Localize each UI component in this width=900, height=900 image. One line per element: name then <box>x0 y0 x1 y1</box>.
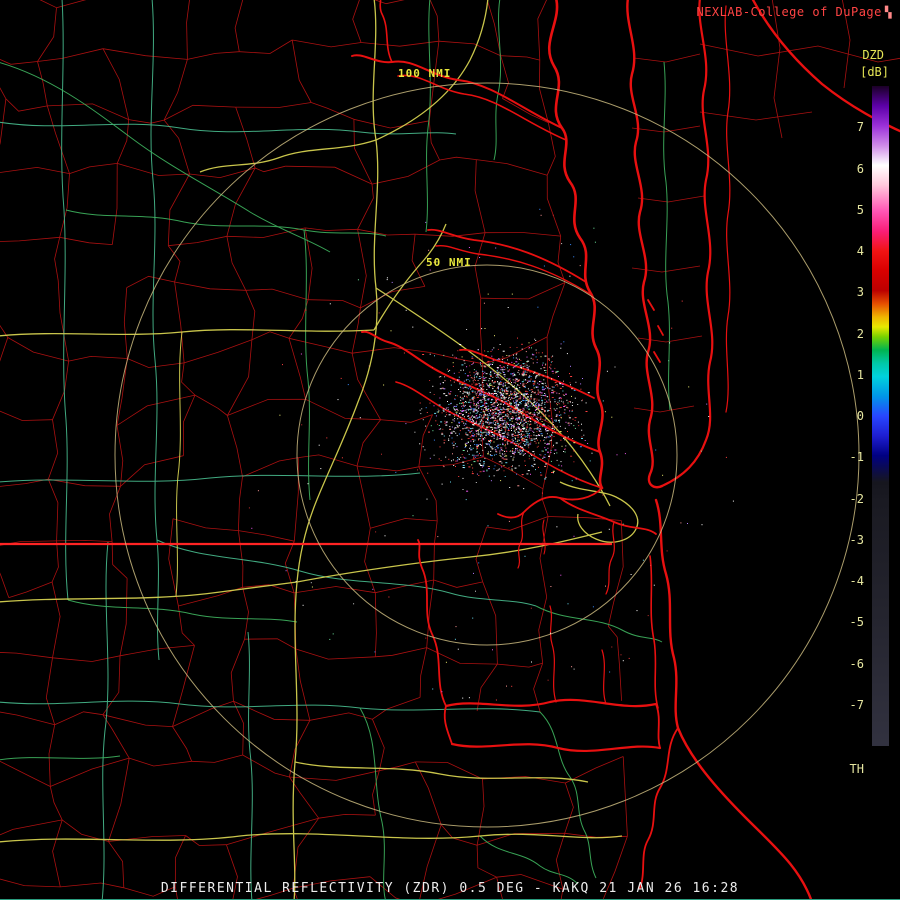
colorbar-tick-label: -6 <box>849 656 864 671</box>
colorbar-threshold-label: TH <box>849 762 864 776</box>
credit-label: NEXLAB-College of DuPage <box>696 5 882 19</box>
range-ring-label-100: 100 NMI <box>398 67 452 80</box>
nexlab-logo-icon: ▚ <box>884 6 892 19</box>
county-boundaries-layer <box>0 0 900 900</box>
range-ring-label-50: 50 NMI <box>426 256 472 269</box>
colorbar-tick-label: 7 <box>856 120 864 135</box>
radar-display: NEXLAB-College of DuPage ▚ DZD [dB] 7 6 5 4 3… <box>0 0 900 900</box>
colorbar-tick-label: -2 <box>849 491 864 506</box>
colorbar-tick-label: -1 <box>849 450 864 465</box>
colorbar-tick-label: 6 <box>856 161 864 176</box>
range-rings <box>114 82 860 828</box>
colorbar-tick-label: 1 <box>856 367 864 382</box>
credit-text: NEXLAB-College of DuPage ▚ <box>696 5 892 19</box>
coastline-layer <box>351 0 900 900</box>
colorbar-tick-label: 5 <box>856 202 864 217</box>
colorbar-tick-label: 0 <box>856 409 864 423</box>
highways-layer <box>0 0 639 900</box>
colorbar-tick-label: 4 <box>856 244 864 258</box>
colorbar <box>872 86 889 746</box>
radar-map <box>0 0 900 900</box>
rivers-roads-teal-layer <box>0 0 541 900</box>
colorbar-tick-label: 2 <box>856 326 864 341</box>
colorbar-tick-label: -3 <box>849 532 864 547</box>
colorbar-tick-label: -7 <box>849 697 864 712</box>
colorbar-tick-label: -5 <box>849 615 864 630</box>
colorbar-product-label: DZD <box>862 48 884 62</box>
radar-echoes-layer <box>248 208 734 701</box>
colorbar-tick-label: 3 <box>856 285 864 300</box>
colorbar-tick-label: -4 <box>849 574 864 588</box>
colorbar-units-label: [dB] <box>860 65 889 79</box>
product-title: DIFFERENTIAL REFLECTIVITY (ZDR) 0.5 DEG … <box>160 881 740 896</box>
rivers-roads-green-layer <box>0 0 671 900</box>
